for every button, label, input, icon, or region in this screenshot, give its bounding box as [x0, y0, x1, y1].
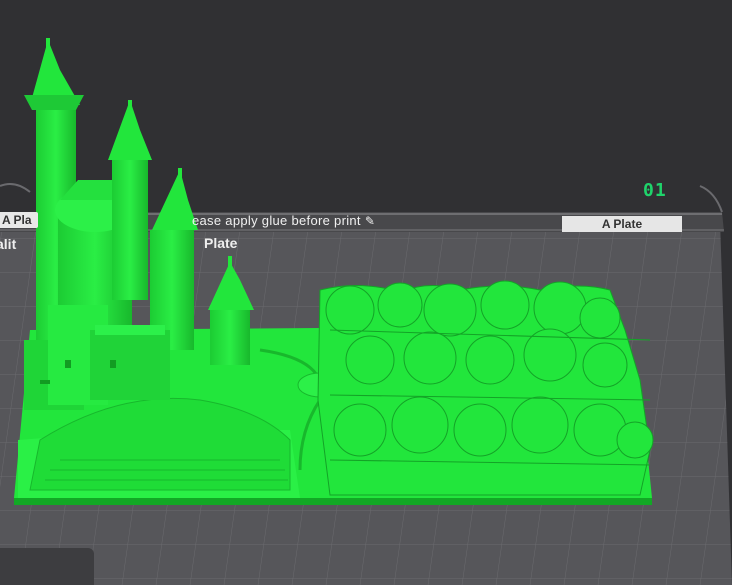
quality-label: alit [0, 236, 17, 252]
corner-panel [0, 548, 94, 585]
plate-number[interactable]: 01 [643, 180, 667, 201]
3d-viewport[interactable] [0, 0, 732, 585]
glue-notice-text: ease apply glue before print [192, 213, 361, 228]
plate-label-left[interactable]: A Pla [0, 212, 38, 228]
glue-notice: ease apply glue before print ✎ [192, 213, 375, 228]
plate-label-right[interactable]: A Plate [562, 216, 682, 232]
plate-name: Plate [204, 235, 238, 251]
pencil-icon[interactable]: ✎ [365, 214, 375, 228]
